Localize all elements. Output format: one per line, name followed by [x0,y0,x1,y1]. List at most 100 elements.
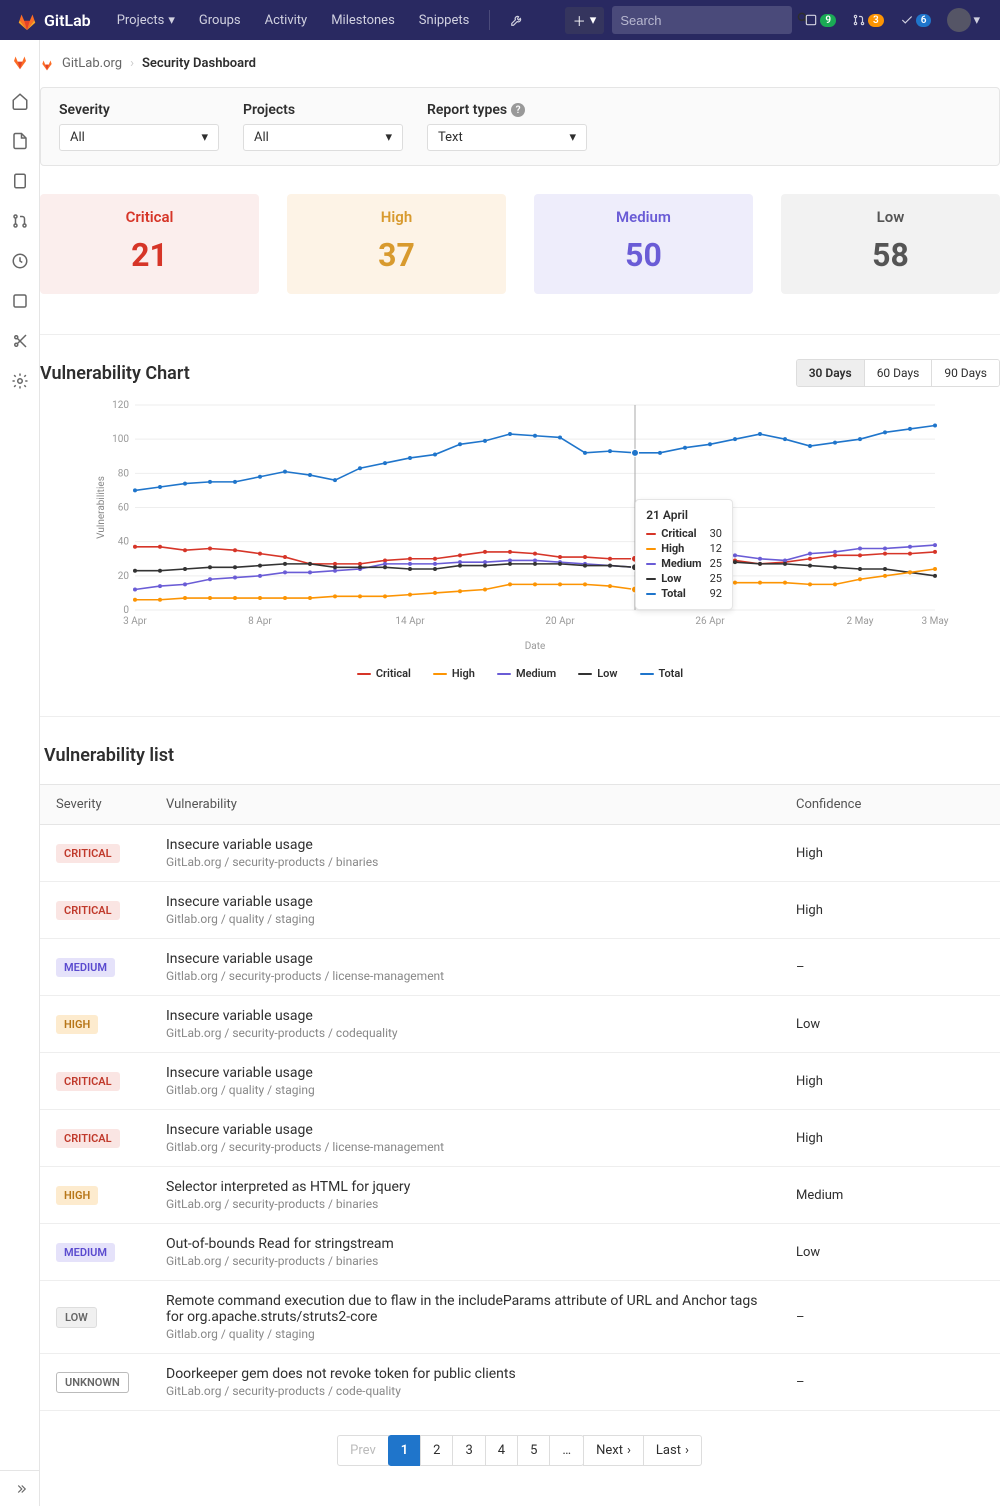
file-icon[interactable] [11,132,29,150]
merge-icon[interactable] [11,212,29,230]
nav-groups[interactable]: Groups [189,13,251,28]
vuln-name: Insecure variable usage [166,837,764,853]
chevron-down-icon: ▾ [973,13,980,28]
scissors-icon[interactable] [11,332,29,350]
confidence-cell: – [780,1281,1000,1354]
severity-badge: CRITICAL [56,901,120,920]
filter-report-select[interactable]: Text▾ [427,124,587,151]
legend-item[interactable]: Medium [497,667,556,680]
sidebar-gitlab-icon[interactable] [11,52,29,70]
new-menu[interactable]: ＋▾ [565,7,605,34]
tablet-icon[interactable] [11,172,29,190]
svg-text:20: 20 [118,571,130,582]
page-1[interactable]: 1 [388,1435,421,1466]
legend-item[interactable]: Total [640,667,684,680]
table-row[interactable]: MEDIUM Out-of-bounds Read for stringstre… [40,1224,1000,1281]
vuln-name: Insecure variable usage [166,1008,764,1024]
table-row[interactable]: CRITICAL Insecure variable usageGitlab.o… [40,882,1000,939]
card-medium[interactable]: Medium50 [534,194,753,294]
todos-badge[interactable]: 6 [896,11,936,29]
help-icon[interactable]: ? [511,103,525,117]
legend-item[interactable]: Low [578,667,617,680]
vuln-path: GitLab.org / security-products / binarie… [166,855,764,869]
filter-severity-select[interactable]: All▾ [59,124,219,151]
legend-item[interactable]: High [433,667,475,680]
search-box[interactable] [612,6,792,34]
home-icon[interactable] [11,92,29,110]
gitlab-logo[interactable]: GitLab [16,9,91,31]
severity-badge: CRITICAL [56,1072,120,1091]
sidebar-expand-icon[interactable] [0,1470,39,1506]
user-menu[interactable]: ▾ [943,6,984,34]
chevron-down-icon: ▾ [385,130,392,145]
severity-badge: UNKNOWN [56,1372,129,1393]
vuln-path: GitLab.org / security-products / codequa… [166,1026,764,1040]
vuln-name: Insecure variable usage [166,951,764,967]
table-row[interactable]: HIGH Insecure variable usageGitLab.org /… [40,996,1000,1053]
page-…[interactable]: … [549,1435,584,1466]
page-next[interactable]: Next› [583,1435,644,1466]
card-high[interactable]: High37 [287,194,506,294]
page-5[interactable]: 5 [517,1435,550,1466]
nav-milestones[interactable]: Milestones [321,13,405,28]
page-last[interactable]: Last› [643,1435,702,1466]
vuln-name: Selector interpreted as HTML for jquery [166,1179,764,1195]
table-row[interactable]: MEDIUM Insecure variable usageGitlab.org… [40,939,1000,996]
page-4[interactable]: 4 [485,1435,518,1466]
svg-text:Date: Date [525,641,546,652]
mr-badge[interactable]: 3 [848,11,888,29]
top-navbar: GitLab Projects▾ Groups Activity Milesto… [0,0,1000,40]
page-3[interactable]: 3 [452,1435,485,1466]
svg-text:60: 60 [118,503,130,514]
search-input[interactable] [620,13,796,28]
chart-title: Vulnerability Chart [40,363,190,384]
filter-projects-select[interactable]: All▾ [243,124,403,151]
card-critical[interactable]: Critical21 [40,194,259,294]
table-row[interactable]: UNKNOWN Doorkeeper gem does not revoke t… [40,1354,1000,1411]
confidence-cell: Low [780,996,1000,1053]
nav-projects[interactable]: Projects▾ [107,13,185,28]
table-row[interactable]: CRITICAL Insecure variable usageGitLab.o… [40,825,1000,882]
card-low[interactable]: Low58 [781,194,1000,294]
gitlab-icon [40,57,54,71]
table-row[interactable]: LOW Remote command execution due to flaw… [40,1281,1000,1354]
col-confidence[interactable]: Confidence [780,785,1000,825]
table-row[interactable]: HIGH Selector interpreted as HTML for jq… [40,1167,1000,1224]
svg-text:3 Apr: 3 Apr [123,616,147,627]
clock-icon[interactable] [11,252,29,270]
chart-section: Vulnerability Chart 30 Days 60 Days 90 D… [40,334,1000,680]
chevron-right-icon: › [685,1443,689,1458]
legend-item[interactable]: Critical [357,667,411,680]
filter-severity-label: Severity [59,102,219,118]
col-vuln[interactable]: Vulnerability [150,785,780,825]
breadcrumb-org[interactable]: GitLab.org [62,56,122,71]
chart-legend: Critical High Medium Low Total [40,667,1000,680]
tab-30days[interactable]: 30 Days [797,360,865,386]
severity-badge: CRITICAL [56,1129,120,1148]
filter-report-label: Report types? [427,102,587,118]
package-icon[interactable] [11,292,29,310]
tab-60days[interactable]: 60 Days [865,360,933,386]
severity-cards: Critical21 High37 Medium50 Low58 [40,194,1000,294]
table-row[interactable]: CRITICAL Insecure variable usageGitlab.o… [40,1110,1000,1167]
nav-snippets[interactable]: Snippets [409,13,480,28]
vuln-path: GitLab.org / security-products / code-qu… [166,1384,764,1398]
page-2[interactable]: 2 [420,1435,453,1466]
issues-badge[interactable]: 9 [800,11,840,29]
col-severity[interactable]: Severity [40,785,150,825]
wrench-icon[interactable] [500,13,534,27]
gear-icon[interactable] [11,372,29,390]
nav-activity[interactable]: Activity [255,13,318,28]
confidence-cell: High [780,825,1000,882]
chevron-down-icon: ▾ [168,13,175,28]
vulnerability-chart[interactable]: 020406080100120Vulnerabilities3 Apr8 Apr… [40,395,1000,655]
page-prev[interactable]: Prev [337,1435,389,1466]
svg-text:20 Apr: 20 Apr [545,616,575,627]
filter-projects-label: Projects [243,102,403,118]
severity-badge: HIGH [56,1186,98,1205]
vuln-list-section: Vulnerability list Severity Vulnerabilit… [40,716,1000,1466]
table-row[interactable]: CRITICAL Insecure variable usageGitlab.o… [40,1053,1000,1110]
chevron-down-icon: ▾ [201,130,208,145]
confidence-cell: – [780,939,1000,996]
tab-90days[interactable]: 90 Days [932,360,999,386]
